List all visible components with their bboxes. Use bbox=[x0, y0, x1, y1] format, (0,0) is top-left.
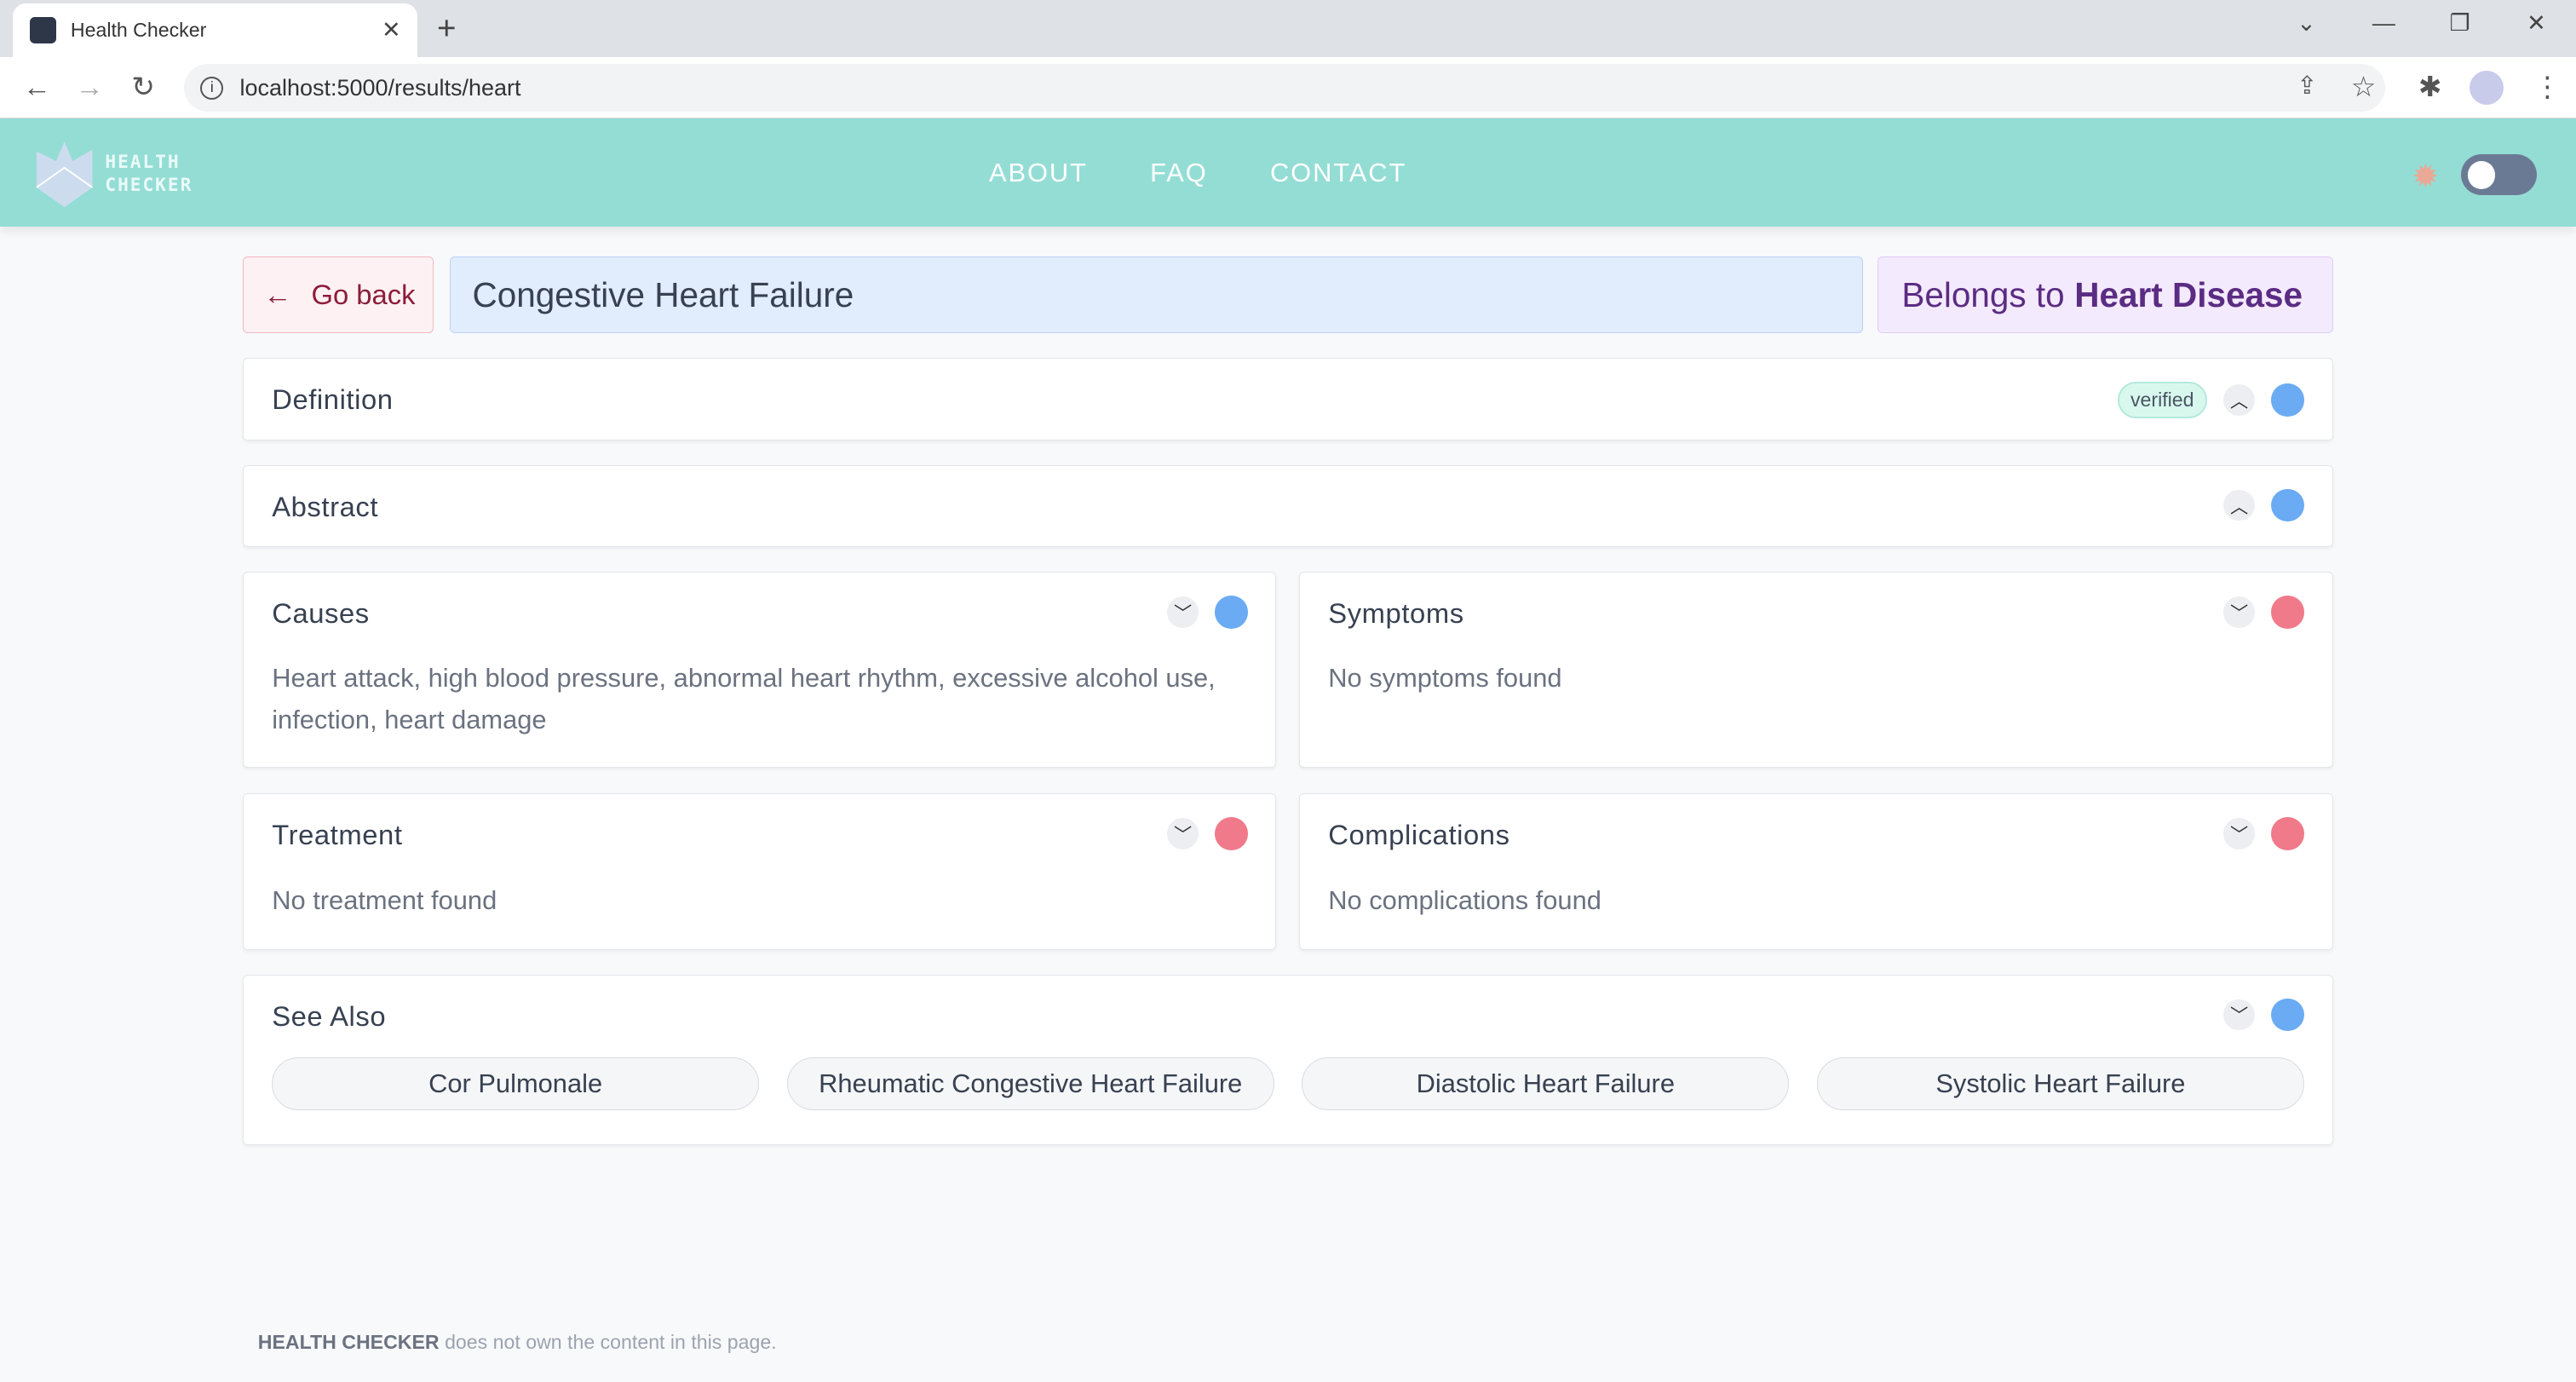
chevron-down-icon[interactable]: ﹀ bbox=[1167, 818, 1199, 850]
see-also-link[interactable]: Diastolic Heart Failure bbox=[1302, 1057, 1790, 1110]
status-dot bbox=[2271, 383, 2304, 417]
chevron-down-icon[interactable]: ﹀ bbox=[2223, 596, 2255, 628]
status-dot bbox=[2271, 817, 2304, 851]
section-text: No complications found bbox=[1328, 884, 1601, 915]
chevron-down-icon[interactable]: ﹀ bbox=[2223, 999, 2255, 1031]
extensions-icon[interactable]: ✱ bbox=[2418, 71, 2441, 103]
close-tab-icon[interactable]: ✕ bbox=[382, 17, 401, 43]
logo-line2: CHECKER bbox=[105, 175, 193, 197]
url-text: localhost:5000/results/heart bbox=[239, 74, 521, 101]
profile-avatar[interactable] bbox=[2469, 70, 2504, 106]
reload-icon[interactable]: ↻ bbox=[131, 71, 154, 103]
chevron-up-icon[interactable]: ︿ bbox=[2223, 489, 2255, 521]
nav-contact[interactable]: CONTACT bbox=[1270, 158, 1406, 188]
tab-title: Health Checker bbox=[70, 19, 207, 42]
nav-faq[interactable]: FAQ bbox=[1150, 158, 1208, 188]
theme-toggle[interactable] bbox=[2460, 154, 2537, 196]
new-tab-icon[interactable]: + bbox=[437, 10, 457, 48]
status-dot bbox=[2271, 488, 2304, 522]
close-window-icon[interactable]: ✕ bbox=[2527, 10, 2546, 37]
status-dot bbox=[1215, 596, 1248, 629]
chevron-down-icon[interactable]: ﹀ bbox=[2223, 818, 2255, 850]
definition-section: Definition verified ︿ bbox=[243, 358, 2333, 441]
section-title: Definition bbox=[272, 383, 394, 416]
logo-icon bbox=[35, 141, 93, 207]
section-text: No symptoms found bbox=[1328, 663, 1562, 694]
page-title: Congestive Heart Failure bbox=[450, 256, 1863, 334]
abstract-section: Abstract ︿ bbox=[243, 464, 2333, 548]
browser-tab[interactable]: Health Checker ✕ bbox=[13, 3, 417, 58]
sun-icon: ✹ bbox=[2412, 158, 2440, 196]
info-icon[interactable]: i bbox=[200, 76, 224, 100]
section-title: Symptoms bbox=[1328, 597, 1464, 630]
url-input[interactable]: i localhost:5000/results/heart bbox=[183, 64, 2386, 112]
section-title: Complications bbox=[1328, 819, 1510, 851]
nav-about[interactable]: ABOUT bbox=[989, 158, 1088, 188]
section-title: Treatment bbox=[272, 819, 403, 851]
belongs-prefix: Belongs to bbox=[1901, 274, 2065, 314]
share-icon[interactable]: ⇪ bbox=[2297, 71, 2317, 101]
minimize-icon[interactable]: — bbox=[2372, 10, 2395, 37]
browser-menu-icon[interactable]: ⋮ bbox=[2533, 71, 2562, 103]
section-text: Heart attack, high blood pressure, abnor… bbox=[272, 663, 1216, 734]
see-also-link[interactable]: Rheumatic Congestive Heart Failure bbox=[786, 1057, 1274, 1110]
footer-brand: HEALTH CHECKER bbox=[257, 1331, 440, 1354]
chevron-up-icon[interactable]: ︿ bbox=[2223, 384, 2255, 416]
category-name: Heart Disease bbox=[2074, 274, 2303, 314]
tab-search-icon[interactable]: ⌄ bbox=[2297, 10, 2316, 37]
logo-line1: HEALTH bbox=[105, 152, 181, 174]
arrow-left-icon: ← bbox=[263, 279, 292, 311]
forward-icon[interactable]: → bbox=[76, 71, 104, 103]
favicon-icon bbox=[29, 17, 56, 44]
go-back-label: Go back bbox=[311, 279, 416, 311]
status-dot bbox=[2271, 998, 2304, 1032]
symptoms-section: Symptoms ﹀ No symptoms found bbox=[1299, 572, 2333, 768]
restore-icon[interactable]: ❐ bbox=[2449, 10, 2470, 37]
bookmark-star-icon[interactable]: ☆ bbox=[2351, 71, 2376, 103]
status-dot bbox=[1215, 817, 1248, 851]
treatment-section: Treatment ﹀ No treatment found bbox=[243, 793, 1277, 950]
logo[interactable]: HEALTH CHECKER bbox=[33, 141, 193, 207]
status-dot bbox=[2271, 596, 2304, 629]
site-header: HEALTH CHECKER ABOUT FAQ CONTACT ✹ bbox=[0, 118, 2576, 227]
see-also-link[interactable]: Systolic Heart Failure bbox=[1816, 1057, 2304, 1110]
see-also-section: See Also ﹀ Cor Pulmonale Rheumatic Conge… bbox=[243, 974, 2333, 1146]
footer-text: does not own the content in this page. bbox=[445, 1331, 777, 1354]
browser-tab-bar: Health Checker ✕ + ⌄ — ❐ ✕ bbox=[0, 0, 2576, 58]
go-back-button[interactable]: ← Go back bbox=[243, 256, 434, 334]
section-title: Abstract bbox=[272, 490, 379, 522]
section-text: No treatment found bbox=[272, 884, 497, 915]
section-title: See Also bbox=[272, 999, 387, 1032]
category-badge[interactable]: Belongs to Heart Disease bbox=[1877, 256, 2333, 334]
causes-section: Causes ﹀ Heart attack, high blood pressu… bbox=[243, 572, 1277, 768]
chevron-down-icon[interactable]: ﹀ bbox=[1167, 596, 1199, 628]
footer: HEALTH CHECKER does not own the content … bbox=[258, 1331, 777, 1354]
verified-badge: verified bbox=[2117, 382, 2208, 418]
address-bar-row: ← → ↻ i localhost:5000/results/heart ⇪ ☆ … bbox=[0, 57, 2576, 118]
complications-section: Complications ﹀ No complications found bbox=[1299, 793, 2333, 950]
section-title: Causes bbox=[272, 597, 370, 630]
back-icon[interactable]: ← bbox=[23, 71, 51, 103]
see-also-link[interactable]: Cor Pulmonale bbox=[272, 1057, 760, 1110]
